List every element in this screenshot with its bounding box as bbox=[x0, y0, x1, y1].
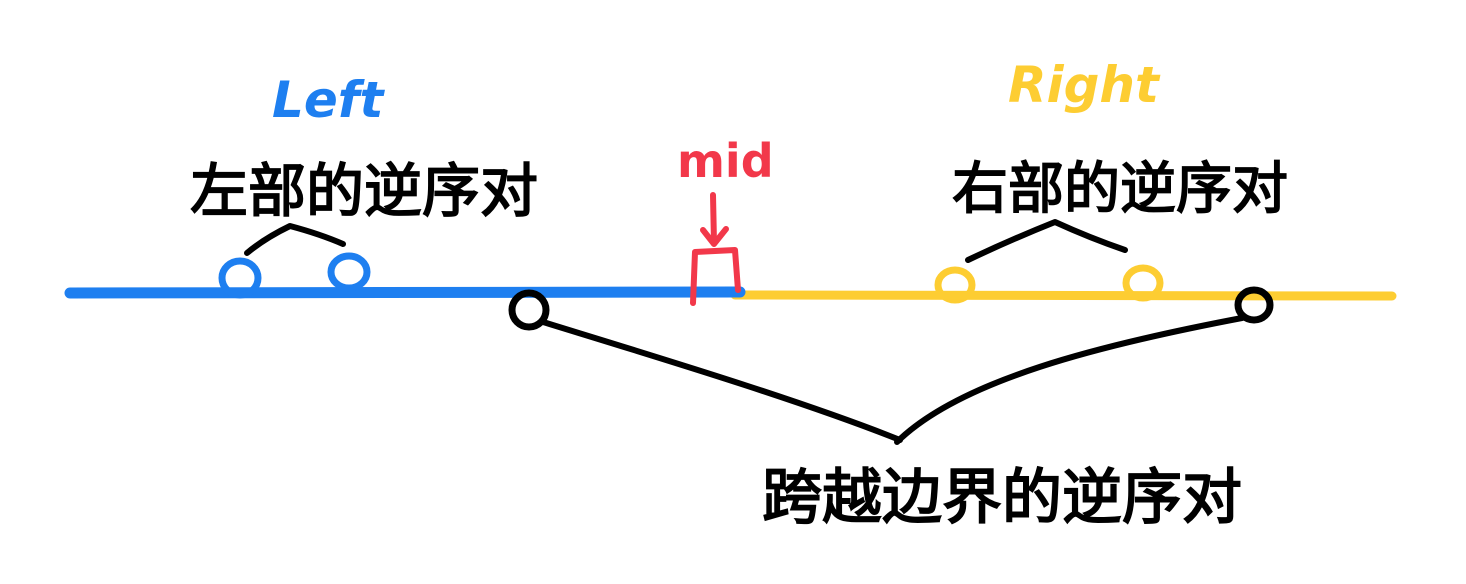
mid-arrow-shaft bbox=[710, 192, 717, 246]
left-pairs-label: 左部的逆序对 bbox=[190, 157, 538, 225]
cross-connector-left bbox=[540, 319, 903, 443]
left-segment-line bbox=[64, 286, 746, 299]
diagram-canvas: Left Right mid 左部的逆序对 右部的逆序对 跨越边界的逆序对 bbox=[0, 0, 1466, 584]
right-pairs-label: 右部的逆序对 bbox=[952, 157, 1288, 222]
cross-pairs-label: 跨越边界的逆序对 bbox=[762, 463, 1242, 533]
right-label: Right bbox=[1008, 56, 1161, 114]
mid-label: mid bbox=[677, 134, 774, 188]
merge-sort-inversions-diagram: Left Right mid 左部的逆序对 右部的逆序对 跨越边界的逆序对 bbox=[64, 56, 1397, 533]
right-pair-group bbox=[934, 219, 1164, 304]
right-segment-line bbox=[730, 290, 1397, 301]
left-pair-group bbox=[218, 223, 371, 299]
left-element-b bbox=[327, 252, 371, 292]
left-brace bbox=[244, 223, 346, 256]
right-brace bbox=[965, 219, 1128, 263]
cross-connector-right bbox=[894, 315, 1245, 445]
left-label: Left bbox=[272, 71, 386, 129]
cross-pair-group bbox=[508, 286, 1274, 445]
